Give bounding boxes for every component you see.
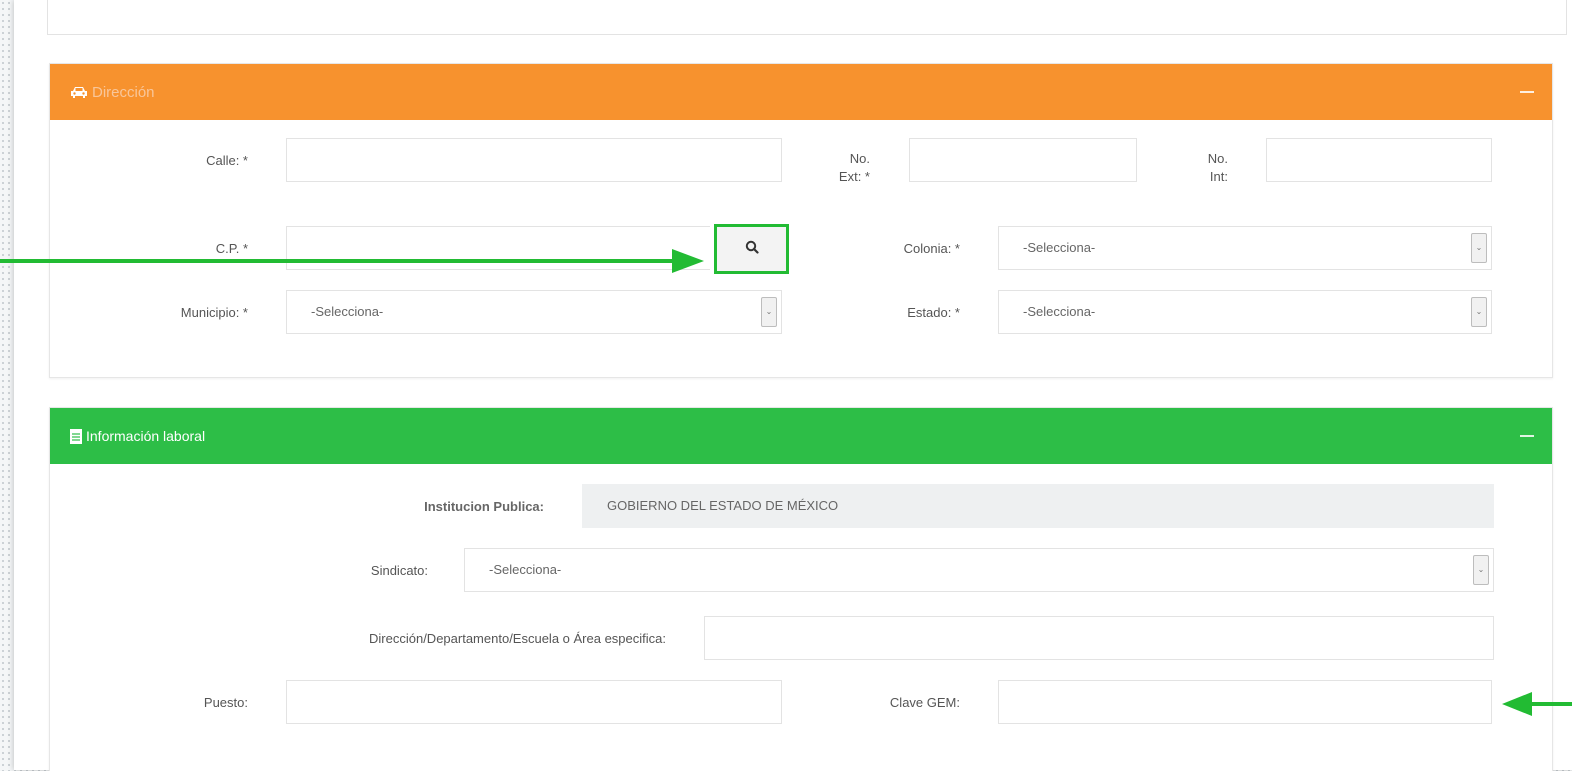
- estado-select-value: -Selecciona-: [1023, 304, 1096, 319]
- no-int-label-line1: No.: [1207, 151, 1228, 166]
- puesto-label: Puesto:: [203, 695, 248, 710]
- car-icon: [70, 85, 88, 99]
- no-ext-input[interactable]: [909, 138, 1137, 182]
- institucion-value: GOBIERNO DEL ESTADO DE MÉXICO: [607, 498, 839, 513]
- chevron-down-icon: ⌄: [1473, 555, 1489, 585]
- arrow-to-search-icon: [0, 249, 704, 273]
- document-icon: [70, 428, 82, 444]
- no-ext-label: No. Ext: *: [826, 150, 870, 186]
- area-label: Dirección/Departamento/Escuela o Área es…: [369, 631, 666, 646]
- arrow-to-clave-gem-icon: [1502, 692, 1572, 716]
- municipio-select-value: -Selecciona-: [311, 304, 384, 319]
- chevron-down-icon: ⌄: [1471, 297, 1487, 327]
- calle-input[interactable]: [286, 138, 782, 182]
- collapse-icon[interactable]: [1520, 435, 1534, 437]
- clave-gem-input[interactable]: [998, 680, 1492, 724]
- sindicato-select[interactable]: -Selecciona- ⌄: [464, 548, 1494, 592]
- chevron-down-icon: ⌄: [761, 297, 777, 327]
- colonia-label: Colonia: *: [903, 241, 960, 256]
- labor-panel-header[interactable]: Información laboral: [50, 408, 1552, 464]
- institucion-field: GOBIERNO DEL ESTADO DE MÉXICO: [582, 484, 1494, 528]
- cp-search-button[interactable]: [714, 224, 789, 274]
- no-ext-label-line1: No.: [849, 151, 870, 166]
- estado-label: Estado: *: [907, 305, 960, 320]
- no-ext-label-line2: Ext: *: [838, 169, 870, 184]
- no-int-input[interactable]: [1266, 138, 1492, 182]
- collapse-icon[interactable]: [1520, 91, 1534, 93]
- no-int-label-line2: Int:: [1209, 169, 1228, 184]
- calle-label: Calle: *: [206, 153, 248, 168]
- panel-title: Dirección: [92, 83, 155, 101]
- address-panel-header[interactable]: Dirección: [50, 64, 1552, 120]
- area-input[interactable]: [704, 616, 1494, 660]
- municipio-label: Municipio: *: [180, 305, 248, 320]
- no-int-label: No. Int:: [1184, 150, 1228, 186]
- panel-title: Información laboral: [86, 428, 206, 444]
- sindicato-select-value: -Selecciona-: [489, 562, 562, 577]
- clave-gem-label: Clave GEM:: [889, 695, 960, 710]
- municipio-select[interactable]: -Selecciona- ⌄: [286, 290, 782, 334]
- puesto-input[interactable]: [286, 680, 782, 724]
- chevron-down-icon: ⌄: [1471, 233, 1487, 263]
- search-icon: [745, 240, 759, 259]
- colonia-select[interactable]: -Selecciona- ⌄: [998, 226, 1492, 270]
- institucion-label: Institucion Publica:: [424, 499, 544, 514]
- sindicato-label: Sindicato:: [370, 563, 428, 578]
- estado-select[interactable]: -Selecciona- ⌄: [998, 290, 1492, 334]
- colonia-select-value: -Selecciona-: [1023, 240, 1096, 255]
- previous-panel-bottom: [47, 0, 1567, 35]
